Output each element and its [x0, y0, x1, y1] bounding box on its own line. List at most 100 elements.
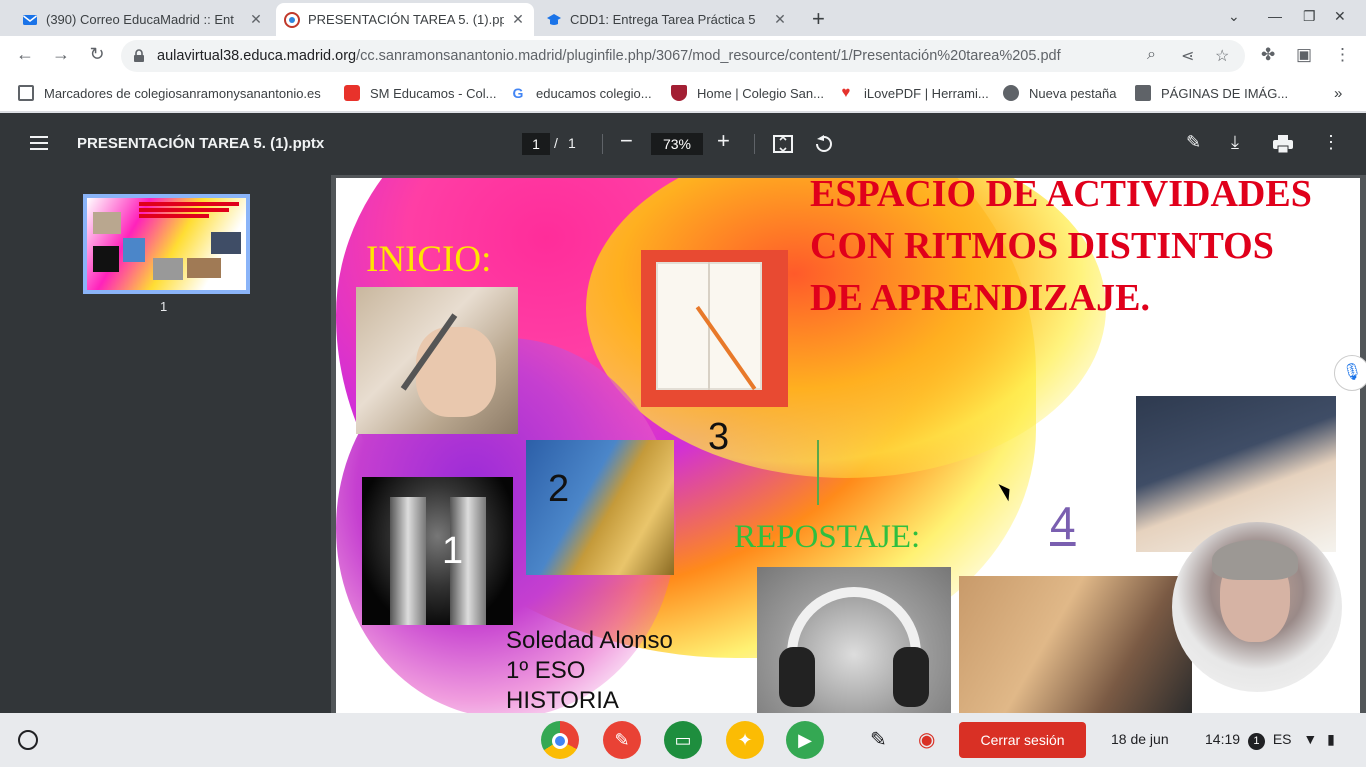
tab-correo[interactable]: (390) Correo EducaMadrid :: Ent ✕: [14, 3, 272, 36]
author-info: Soledad Alonso 1º ESO HISTORIA: [506, 626, 673, 713]
page-number-input[interactable]: 1: [522, 133, 550, 155]
bookmark-label: PÁGINAS DE IMÁG...: [1161, 85, 1289, 101]
school-crest-icon: [671, 85, 687, 101]
bookmarks-overflow-button[interactable]: »: [1334, 85, 1342, 102]
bookmark-label: SM Educamos - Col...: [370, 85, 497, 101]
bookmark-item[interactable]: Nueva pestaña: [1003, 85, 1116, 101]
play-store-icon[interactable]: ▶: [786, 721, 824, 759]
toolbar-divider: [754, 134, 755, 154]
hand-shape: [416, 327, 496, 417]
number-1: 1: [442, 530, 464, 572]
bookmark-label: educamos colegio...: [536, 85, 652, 101]
share-icon[interactable]: ⋖: [1181, 46, 1194, 66]
close-window-button[interactable]: ✕: [1334, 8, 1346, 25]
rotate-icon[interactable]: [814, 134, 834, 154]
menu-icon[interactable]: ⋮: [1334, 45, 1351, 65]
wifi-icon: ▼: [1303, 731, 1318, 747]
tab-title: PRESENTACIÓN TAREA 5. (1).pp: [308, 12, 504, 27]
maximize-button[interactable]: ❐: [1303, 8, 1316, 25]
side-panel-icon[interactable]: ▣: [1296, 45, 1312, 65]
screen-record-icon[interactable]: ◉: [918, 727, 935, 752]
keep-icon[interactable]: ✦: [726, 721, 764, 759]
chrome-center: [552, 733, 568, 750]
fit-to-page-icon[interactable]: [773, 135, 793, 153]
mail-icon: [23, 14, 37, 25]
thumb-photo: [123, 238, 145, 262]
launcher-button[interactable]: [18, 730, 38, 750]
bookmark-item[interactable]: Marcadores de colegiosanramonysanantonio…: [18, 85, 321, 101]
bookmark-item[interactable]: SM Educamos - Col...: [344, 85, 496, 101]
globe-icon: [1003, 85, 1019, 101]
date-display[interactable]: 18 de jun: [1111, 731, 1169, 747]
logout-button[interactable]: Cerrar sesión: [959, 722, 1086, 758]
chrome-icon[interactable]: [541, 721, 579, 759]
bookmark-star-icon[interactable]: ☆: [1215, 46, 1229, 66]
status-tray[interactable]: 14:19 1 ES ▼ ▮: [1205, 731, 1335, 750]
browser-toolbar: ← → ↻ aulavirtual38.educa.madrid.org/cc.…: [0, 36, 1366, 76]
bookmark-label: Home | Colegio San...: [697, 85, 824, 101]
battery-icon: ▮: [1327, 731, 1335, 747]
more-options-icon[interactable]: ⋮: [1322, 132, 1340, 153]
heart-icon: ♥: [841, 84, 851, 101]
headphones-photo: [757, 567, 951, 713]
sm-icon: [344, 85, 360, 101]
tab-search-icon[interactable]: ⌄: [1228, 8, 1240, 25]
microphone-icon[interactable]: 🎙: [1334, 355, 1366, 391]
author-name: Soledad Alonso: [506, 627, 673, 654]
annotate-pencil-icon[interactable]: ✎: [1186, 132, 1201, 153]
forward-button[interactable]: →: [49, 44, 73, 65]
reload-button[interactable]: ↻: [85, 44, 109, 65]
notification-badge: 1: [1247, 733, 1265, 750]
pdf-title: PRESENTACIÓN TAREA 5. (1).pptx: [77, 135, 325, 152]
thumb-photo: [93, 246, 119, 272]
number-4-link[interactable]: 4: [1050, 496, 1076, 550]
hands-drawing-photo: [356, 287, 518, 434]
close-tab-icon[interactable]: ✕: [772, 11, 788, 28]
column-shape: [390, 497, 426, 625]
canvas-app-icon[interactable]: ✎: [603, 721, 641, 759]
zoom-in-button[interactable]: +: [717, 128, 730, 154]
extensions-icon[interactable]: ✤: [1261, 45, 1275, 65]
stylus-pen-icon[interactable]: ✎: [870, 727, 887, 752]
back-button[interactable]: ←: [13, 44, 37, 65]
tab-strip: (390) Correo EducaMadrid :: Ent ✕ PRESEN…: [0, 0, 1366, 36]
zoom-out-button[interactable]: −: [620, 128, 633, 154]
thumb-title-bar: [139, 208, 229, 212]
google-icon: G: [512, 85, 524, 101]
page-thumbnail[interactable]: [83, 194, 250, 294]
address-bar[interactable]: aulavirtual38.educa.madrid.org/cc.sanram…: [121, 40, 1245, 72]
close-tab-icon[interactable]: ✕: [510, 11, 526, 28]
new-tab-button[interactable]: +: [812, 6, 825, 32]
bookmark-item[interactable]: ♥ iLovePDF | Herrami...: [838, 85, 989, 101]
inicio-label: INICIO:: [366, 239, 492, 280]
bookmark-item[interactable]: PÁGINAS DE IMÁG...: [1135, 85, 1288, 101]
slide-title: ESPACIO DE ACTIVIDADES CON RITMOS DISTIN…: [810, 178, 1312, 319]
close-tab-icon[interactable]: ✕: [248, 11, 264, 28]
url-text[interactable]: aulavirtual38.educa.madrid.org/cc.sanram…: [157, 48, 1061, 64]
bookmark-label: Nueva pestaña: [1029, 85, 1117, 101]
zoom-input[interactable]: 73%: [651, 133, 703, 155]
thumb-title-bar: [139, 214, 209, 218]
lock-icon[interactable]: [133, 49, 145, 63]
toolbar-divider: [602, 134, 603, 154]
download-icon[interactable]: ⤓: [1231, 132, 1239, 153]
zoom-icon[interactable]: ⌕: [1147, 46, 1156, 64]
tab-title: (390) Correo EducaMadrid :: Ent: [46, 12, 234, 27]
bookmark-item[interactable]: Geducamos colegio...: [510, 85, 652, 101]
hamburger-menu-icon[interactable]: [30, 136, 48, 150]
minimize-button[interactable]: —: [1268, 8, 1282, 24]
pdf-toolbar: PRESENTACIÓN TAREA 5. (1).pptx 1 / 1 − 7…: [0, 113, 1366, 175]
webcam-overlay: [1172, 522, 1342, 692]
url-host: aulavirtual38.educa.madrid.org: [157, 48, 357, 64]
bookmark-item[interactable]: Home | Colegio San...: [671, 85, 824, 101]
print-icon[interactable]: [1273, 135, 1293, 153]
columns-photo: [362, 477, 513, 625]
tab-presentacion[interactable]: PRESENTACIÓN TAREA 5. (1).pp ✕: [276, 3, 534, 36]
author-course: 1º ESO: [506, 657, 586, 684]
hair-shape: [1212, 540, 1298, 580]
classroom-icon[interactable]: ▭: [664, 721, 702, 759]
thumb-photo: [187, 258, 221, 278]
author-subject: HISTORIA: [506, 687, 619, 713]
tab-cdd1[interactable]: CDD1: Entrega Tarea Práctica 5 ✕: [538, 3, 796, 36]
earcup-shape: [893, 647, 929, 707]
